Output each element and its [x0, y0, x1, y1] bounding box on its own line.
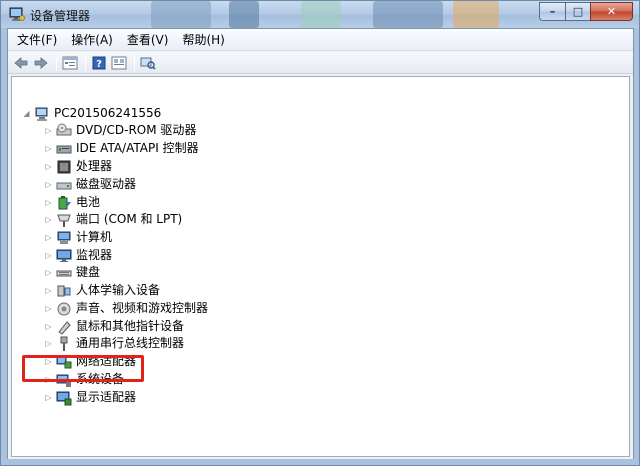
expand-triangle-icon[interactable]: ▷ [44, 233, 53, 242]
toolbar-separator [85, 54, 86, 71]
tree-item-hid[interactable]: ▷ 人体学输入设备 [44, 282, 160, 299]
tree-item-label: 端口 (COM 和 LPT) [76, 212, 183, 226]
tree-item-display-adapter[interactable]: ▷ 显示适配器 [44, 389, 136, 406]
titlebar-background-decoration [229, 1, 259, 28]
tree-item-label: 磁盘驱动器 [76, 177, 137, 191]
keyboard-icon [56, 270, 72, 276]
root-label: PC201506241556 [54, 106, 162, 120]
tree-item-label: IDE ATA/ATAPI 控制器 [76, 141, 199, 155]
back-arrow-icon [14, 56, 28, 69]
menu-view[interactable]: 查看(V) [120, 29, 176, 51]
tree-item-ide[interactable]: ▷ IDE ATA/ATAPI 控制器 [44, 140, 199, 157]
tree-item-label: 监视器 [76, 248, 113, 262]
usb-icon [60, 336, 68, 351]
expand-triangle-icon[interactable]: ▷ [44, 268, 53, 277]
computer-icon [57, 231, 71, 244]
tree-item-monitor[interactable]: ▷ 监视器 [44, 247, 112, 264]
expand-triangle-icon[interactable]: ▷ [44, 251, 53, 260]
titlebar-background-decoration [151, 1, 211, 28]
expand-triangle-icon[interactable]: ▷ [44, 304, 53, 313]
title-bar[interactable]: 设备管理器 – □ ✕ [1, 1, 639, 28]
computer-root-icon [35, 107, 48, 121]
tree-item-battery[interactable]: ▷ 电池 [44, 194, 100, 211]
minimize-button[interactable]: – [539, 2, 565, 21]
tree-item-mouse[interactable]: ▷ 鼠标和其他指针设备 [44, 318, 184, 335]
menu-action[interactable]: 操作(A) [64, 29, 120, 51]
maximize-button[interactable]: □ [565, 2, 590, 21]
toolbar-separator [134, 54, 135, 71]
battery-icon [58, 195, 71, 209]
help-button[interactable]: ? [90, 54, 108, 72]
properties-icon [62, 56, 78, 69]
tree-item-sound[interactable]: ▷ 声音、视频和游戏控制器 [44, 300, 208, 317]
scan-hardware-icon [140, 57, 156, 70]
monitor-icon [56, 249, 72, 262]
expand-triangle-icon[interactable]: ▷ [44, 286, 53, 295]
titlebar-background-decoration [373, 1, 443, 28]
dvd-drive-icon [56, 123, 72, 135]
highlight-box-display-adapter [22, 355, 144, 382]
forward-arrow-icon [34, 56, 48, 69]
tree-root[interactable]: ◢ PC201506241556 [22, 105, 161, 122]
tree-item-keyboard[interactable]: ▷ 键盘 [44, 264, 100, 281]
expand-triangle-icon[interactable]: ▷ [44, 198, 53, 207]
tree-item-label: 计算机 [76, 230, 113, 244]
titlebar-background-decoration [301, 1, 341, 28]
window-client-area: 文件(F) 操作(A) 查看(V) 帮助(H) ? ◢ PC2015062415… [7, 28, 634, 460]
tree-item-label: DVD/CD-ROM 驱动器 [76, 123, 197, 137]
tree-item-label: 鼠标和其他指针设备 [76, 319, 185, 333]
view-button[interactable] [110, 54, 128, 72]
ide-controller-icon [56, 145, 72, 153]
expand-triangle-icon[interactable]: ▷ [44, 162, 53, 171]
titlebar-background-decoration [453, 1, 499, 28]
tree-item-computer[interactable]: ▷ 计算机 [44, 229, 112, 246]
tree-item-usb[interactable]: ▷ 通用串行总线控制器 [44, 335, 184, 352]
device-tree[interactable]: ◢ PC201506241556 ▷ DVD/CD-ROM 驱动器 ▷ IDE … [11, 76, 630, 457]
properties-button[interactable] [61, 54, 79, 72]
mouse-icon [58, 320, 71, 335]
toolbar-separator [56, 54, 57, 71]
tree-item-label: 人体学输入设备 [76, 283, 161, 297]
menu-file[interactable]: 文件(F) [10, 29, 64, 51]
tree-item-port[interactable]: ▷ 端口 (COM 和 LPT) [44, 211, 182, 228]
tree-item-label: 声音、视频和游戏控制器 [76, 301, 209, 315]
disk-drive-icon [56, 182, 72, 189]
expand-triangle-icon[interactable]: ▷ [44, 126, 53, 135]
expand-triangle-icon[interactable]: ▷ [44, 215, 53, 224]
device-manager-window: 设备管理器 – □ ✕ 文件(F) 操作(A) 查看(V) 帮助(H) ? ◢ … [0, 0, 640, 466]
port-icon [57, 214, 71, 227]
scan-hardware-button[interactable] [139, 54, 157, 72]
toolbar: ? [8, 52, 633, 74]
hid-icon [57, 285, 71, 296]
expand-triangle-icon[interactable]: ▷ [44, 322, 53, 331]
tree-item-label: 通用串行总线控制器 [76, 336, 185, 350]
expand-triangle-icon[interactable]: ▷ [44, 339, 53, 348]
help-icon: ? [92, 56, 106, 70]
device-manager-app-icon [9, 7, 25, 21]
window-title: 设备管理器 [30, 9, 91, 23]
menu-help[interactable]: 帮助(H) [175, 29, 231, 51]
forward-button[interactable] [32, 54, 50, 72]
collapse-triangle-icon[interactable]: ◢ [22, 109, 31, 118]
tree-item-disk[interactable]: ▷ 磁盘驱动器 [44, 176, 136, 193]
tree-item-label: 电池 [76, 195, 101, 209]
view-icon [111, 56, 127, 69]
svg-text:?: ? [96, 59, 102, 70]
tree-item-processor[interactable]: ▷ 处理器 [44, 158, 112, 175]
processor-icon [57, 160, 71, 173]
window-bottom-border [1, 459, 639, 465]
close-button[interactable]: ✕ [590, 2, 633, 21]
tree-item-label: 处理器 [76, 159, 113, 173]
tree-item-label: 显示适配器 [76, 390, 137, 404]
expand-triangle-icon[interactable]: ▷ [44, 144, 53, 153]
expand-triangle-icon[interactable]: ▷ [44, 393, 53, 402]
display-adapter-icon [56, 391, 72, 405]
caption-buttons: – □ ✕ [539, 2, 633, 21]
tree-item-dvd[interactable]: ▷ DVD/CD-ROM 驱动器 [44, 122, 196, 139]
menu-bar: 文件(F) 操作(A) 查看(V) 帮助(H) [8, 29, 633, 51]
expand-triangle-icon[interactable]: ▷ [44, 180, 53, 189]
sound-icon [57, 302, 71, 315]
tree-item-label: 键盘 [76, 265, 101, 279]
back-button[interactable] [12, 54, 30, 72]
